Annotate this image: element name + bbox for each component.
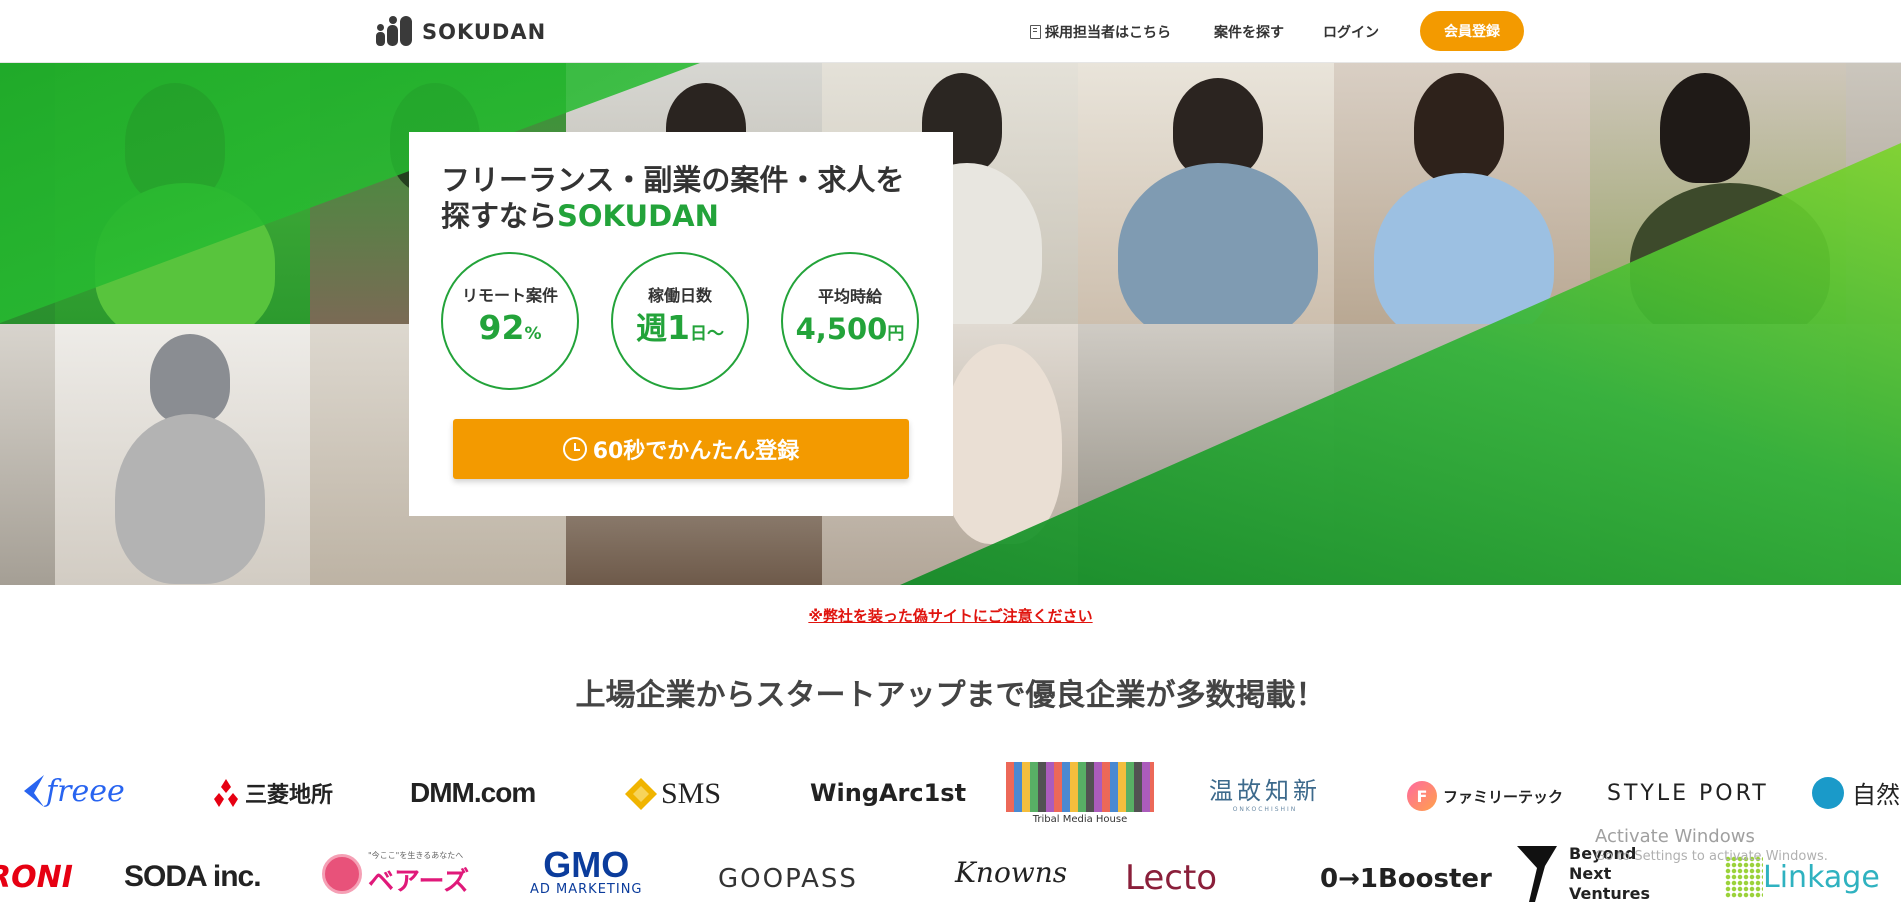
company-logo-sms: SMS [625, 777, 721, 811]
company-logo-lecto: Lecto [1125, 858, 1218, 898]
stat-value: 週 1 日〜 [636, 306, 724, 356]
stat-prefix: 週 [636, 311, 668, 347]
company-logo-onkochishin: 温故知新 ONKOCHISHIN [1209, 777, 1321, 813]
company-logo-freee: freee [22, 771, 125, 811]
bear-mascot-icon [322, 854, 362, 894]
nav-login-link[interactable]: ログイン [1323, 22, 1379, 42]
logo[interactable]: SOKUDAN [374, 12, 546, 52]
stat-label: 平均時給 [817, 286, 882, 306]
company-logo-tribal-media-house: Tribal Media House [1006, 762, 1154, 828]
stat-label: 稼働日数 [647, 286, 712, 305]
building-icon [1030, 25, 1041, 39]
company-logo-01booster: 0→1Booster [1320, 864, 1492, 894]
stat-number: 92 [478, 308, 525, 347]
stat-workdays: 稼働日数 週 1 日〜 [611, 252, 749, 390]
sms-diamond-icon [625, 778, 657, 810]
register-button[interactable]: 会員登録 [1420, 11, 1524, 51]
hero-card: フリーランス・副業の案件・求人を 探すならSOKUDAN リモート案件 92% … [409, 132, 953, 516]
hero-section: フリーランス・副業の案件・求人を 探すならSOKUDAN リモート案件 92% … [0, 63, 1901, 585]
shizen-drop-icon [1812, 776, 1844, 809]
freee-bird-icon [24, 775, 44, 807]
hero-photo [55, 324, 310, 585]
fake-site-warning-link[interactable]: ※弊社を装った偽サイトにご注意ください [0, 605, 1901, 626]
mitsubishi-diamonds-icon [214, 779, 238, 807]
logo-mark-icon [374, 12, 414, 52]
stat-value: 4,500 円 [796, 307, 905, 356]
stat-remote: リモート案件 92% [441, 252, 579, 390]
nav-recruiter-link[interactable]: 採用担当者はこちら [1030, 22, 1171, 42]
hero-title: フリーランス・副業の案件・求人を 探すならSOKUDAN [441, 162, 931, 234]
stat-hourly: 平均時給 4,500 円 [781, 252, 919, 390]
stat-number: 1 [667, 308, 690, 347]
hero-photo [0, 324, 55, 585]
company-logos-row: freee 三菱地所 DMM.com SMS WingArc1st Tribal… [0, 757, 1901, 837]
company-logo-knowns: Knowns [955, 856, 1068, 889]
company-logo-wingarc: WingArc1st [810, 779, 967, 807]
nav-search-link[interactable]: 案件を探す [1214, 22, 1284, 42]
cta-label: 60秒でかんたん登録 [592, 439, 800, 464]
company-logo-roni: RONI [0, 860, 73, 895]
logo-text: SOKUDAN [422, 20, 547, 44]
tribal-mosaic-icon [1006, 762, 1154, 812]
stopwatch-icon [562, 437, 587, 461]
company-logo-shizen: 自然 [1812, 775, 1900, 810]
os-activation-watermark-sub: Go to Settings to activate Windows. [1595, 849, 1828, 864]
bnv-flag-icon [1517, 846, 1557, 902]
nav-recruiter-label: 採用担当者はこちら [1045, 25, 1171, 41]
company-logo-mitsubishi-estate: 三菱地所 [211, 777, 333, 809]
stat-value: 92% [479, 306, 542, 356]
os-activation-watermark: Activate Windows [1595, 826, 1755, 847]
hero-title-prefix: 探すなら [441, 199, 558, 233]
company-logo-gmo: GMO AD MARKETING [530, 844, 643, 898]
stat-label: リモート案件 [461, 286, 558, 305]
section-title: 上場企業からスタートアップまで優良企業が多数掲載！ [575, 678, 1326, 713]
hero-photo [1078, 63, 1334, 324]
stat-unit: 日〜 [689, 324, 724, 344]
quick-register-button[interactable]: 60秒でかんたん登録 [453, 419, 909, 479]
hero-title-line2: 探すならSOKUDAN [441, 198, 931, 234]
stat-unit: % [524, 324, 542, 344]
stat-number: 4,500 [795, 311, 888, 346]
company-logo-bears: "今ここ"を生きるあなたへ ベアーズ [322, 850, 469, 898]
hero-title-line1: フリーランス・副業の案件・求人を [441, 163, 905, 197]
site-header: SOKUDAN 採用担当者はこちら 案件を探す ログイン 会員登録 [0, 0, 1901, 63]
familytech-f-icon: F [1407, 781, 1437, 811]
company-logo-dmm: DMM.com [410, 777, 536, 808]
hero-title-brand: SOKUDAN [557, 199, 719, 233]
hero-photo [1334, 63, 1590, 324]
company-logo-familytech: F ファミリーテック [1407, 781, 1563, 811]
stat-unit: 円 [887, 323, 905, 344]
company-logo-goopass: GOOPASS [718, 864, 858, 894]
company-logo-soda: SODA inc. [124, 860, 262, 893]
company-logo-style-port: STYLE PORT [1607, 781, 1769, 806]
